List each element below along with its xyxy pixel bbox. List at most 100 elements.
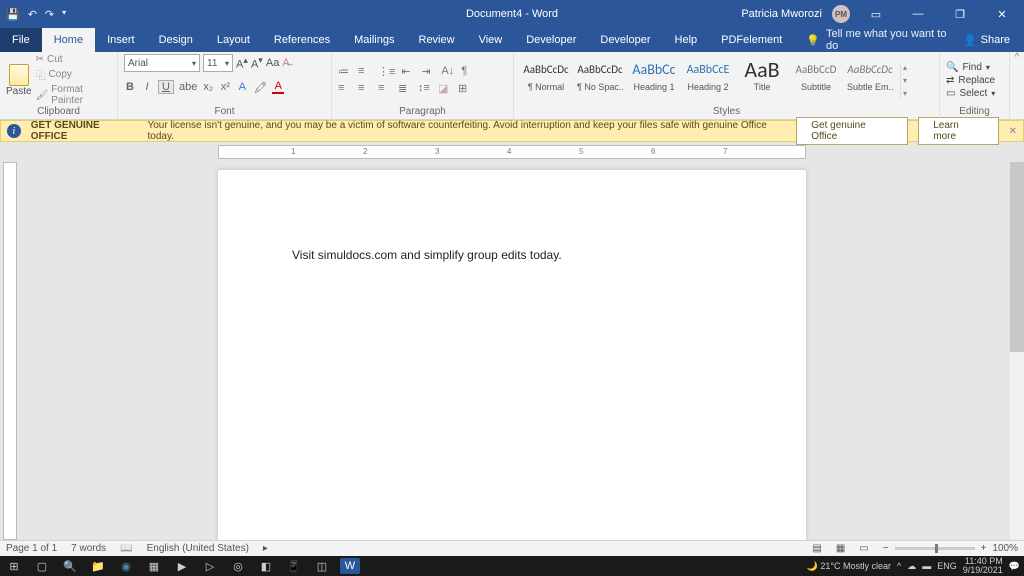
borders-icon[interactable]: ⊞ <box>458 82 472 95</box>
chevron-up-icon[interactable]: ▴ <box>903 63 914 72</box>
print-layout-icon[interactable]: ▦ <box>836 543 845 554</box>
highlight-icon[interactable]: 🖍 <box>253 81 267 94</box>
style-item[interactable]: AaBbCcDSubtitle <box>790 57 842 103</box>
tab-help[interactable]: Help <box>663 28 710 52</box>
subscript-button[interactable]: x₂ <box>202 81 214 93</box>
chrome-icon[interactable]: ◎ <box>228 558 248 574</box>
explorer-icon[interactable]: 📁 <box>88 558 108 574</box>
underline-button[interactable]: U <box>158 80 174 94</box>
tab-file[interactable]: File <box>0 28 42 52</box>
find-button[interactable]: 🔍 Find ▾ <box>946 62 995 73</box>
edge-icon[interactable]: ◉ <box>116 558 136 574</box>
tray-language[interactable]: ENG <box>937 561 957 571</box>
chevron-down-icon[interactable]: ▾ <box>903 76 914 85</box>
style-item[interactable]: AaBbCcDcSubtle Em... <box>844 57 896 103</box>
tab-insert[interactable]: Insert <box>95 28 147 52</box>
word-taskbar-icon[interactable]: W <box>340 558 360 574</box>
macro-icon[interactable]: ▸ <box>263 543 268 554</box>
style-item[interactable]: AaBTitle <box>736 57 788 103</box>
strike-button[interactable]: abe <box>179 81 197 93</box>
app-icon[interactable]: ◧ <box>256 558 276 574</box>
format-painter-button[interactable]: 🖌 Format Painter <box>36 84 111 106</box>
collapse-ribbon-icon[interactable]: ^ <box>1010 52 1024 119</box>
text-effects-icon[interactable]: A <box>236 81 248 93</box>
minimize-icon[interactable]: — <box>902 8 934 20</box>
zoom-level[interactable]: 100% <box>992 543 1018 554</box>
tab-view[interactable]: View <box>467 28 515 52</box>
font-color-icon[interactable]: A <box>272 80 284 94</box>
weather-widget[interactable]: 🌙 21°C Mostly clear <box>807 561 891 572</box>
redo-icon[interactable]: ↷ <box>45 8 54 21</box>
increase-indent-icon[interactable]: ⇥ <box>421 65 435 78</box>
tab-developer[interactable]: Developer <box>514 28 588 52</box>
app-icon[interactable]: ▦ <box>144 558 164 574</box>
tab-references[interactable]: References <box>262 28 342 52</box>
share-button[interactable]: 👤 Share <box>949 28 1024 52</box>
zoom-slider[interactable] <box>895 547 975 550</box>
style-item[interactable]: AaBbCcHeading 1 <box>628 57 680 103</box>
justify-icon[interactable]: ≣ <box>398 82 412 95</box>
app-icon[interactable]: ◫ <box>312 558 332 574</box>
undo-icon[interactable]: ↶ <box>28 8 37 21</box>
app-icon[interactable]: ▶ <box>172 558 192 574</box>
dismiss-banner-icon[interactable]: ✕ <box>1009 126 1017 137</box>
app-icon[interactable]: 📱 <box>284 558 304 574</box>
grow-font-icon[interactable]: A▴ <box>236 55 248 71</box>
styles-more-icon[interactable]: ▾ <box>903 89 914 98</box>
close-icon[interactable]: ✕ <box>986 8 1018 21</box>
clock[interactable]: 11:40 PM9/19/2021 <box>963 557 1003 575</box>
clear-format-icon[interactable]: A̶ <box>282 57 289 69</box>
shading-icon[interactable]: ◪ <box>438 82 452 95</box>
tab-developer-2[interactable]: Developer <box>588 28 662 52</box>
avatar[interactable]: PM <box>832 5 850 23</box>
page[interactable]: Visit simuldocs.com and simplify group e… <box>218 170 806 540</box>
save-icon[interactable]: 💾 <box>6 8 20 21</box>
bold-button[interactable]: B <box>124 81 136 93</box>
sort-icon[interactable]: A↓ <box>441 65 455 78</box>
horizontal-ruler[interactable]: 12 34 56 7 <box>218 145 806 159</box>
shrink-font-icon[interactable]: A▾ <box>251 55 263 71</box>
task-view-icon[interactable]: ▢ <box>32 558 52 574</box>
tell-me[interactable]: Tell me what you want to do <box>826 28 949 52</box>
tab-pdfelement[interactable]: PDFelement <box>709 28 794 52</box>
app-icon[interactable]: ▷ <box>200 558 220 574</box>
document-text[interactable]: Visit simuldocs.com and simplify group e… <box>218 170 806 340</box>
tab-layout[interactable]: Layout <box>205 28 262 52</box>
read-mode-icon[interactable]: ▤ <box>812 543 821 554</box>
multilevel-icon[interactable]: ⋮≡ <box>378 65 395 78</box>
cut-button[interactable]: ✂ Cut <box>36 54 111 65</box>
language-indicator[interactable]: English (United States) <box>147 543 249 554</box>
zoom-in-icon[interactable]: + <box>981 543 987 554</box>
tray-chevron-icon[interactable]: ^ <box>897 561 901 571</box>
user-name[interactable]: Patricia Mworozi <box>741 8 822 20</box>
tray-battery-icon[interactable]: ▬ <box>922 561 931 571</box>
line-spacing-icon[interactable]: ↕≡ <box>418 82 432 95</box>
style-item[interactable]: AaBbCcDc¶ No Spac... <box>574 57 626 103</box>
font-size-select[interactable]: 11▾ <box>203 54 233 72</box>
superscript-button[interactable]: x² <box>219 81 231 93</box>
replace-button[interactable]: ⇄ Replace <box>946 75 995 86</box>
ribbon-options-icon[interactable]: ▭ <box>860 8 892 21</box>
maximize-icon[interactable]: ❐ <box>944 8 976 21</box>
zoom-out-icon[interactable]: − <box>883 543 889 554</box>
style-item[interactable]: AaBbCcDc¶ Normal <box>520 57 572 103</box>
change-case-icon[interactable]: Aa <box>266 57 279 69</box>
bullets-icon[interactable]: ≔ <box>338 65 352 78</box>
font-name-select[interactable]: Arial▾ <box>124 54 200 72</box>
notifications-icon[interactable]: 💬 <box>1009 561 1020 572</box>
get-genuine-button[interactable]: Get genuine Office <box>796 117 908 145</box>
style-item[interactable]: AaBbCcEHeading 2 <box>682 57 734 103</box>
vertical-scrollbar[interactable] <box>1010 162 1024 540</box>
spellcheck-icon[interactable]: 📖 <box>120 543 132 554</box>
show-marks-icon[interactable]: ¶ <box>461 65 475 78</box>
tab-review[interactable]: Review <box>407 28 467 52</box>
learn-more-button[interactable]: Learn more <box>918 117 998 145</box>
align-right-icon[interactable]: ≡ <box>378 82 392 95</box>
paste-button[interactable]: Paste <box>6 60 32 100</box>
tab-design[interactable]: Design <box>147 28 205 52</box>
vertical-ruler[interactable] <box>3 162 17 540</box>
tab-mailings[interactable]: Mailings <box>342 28 406 52</box>
tab-home[interactable]: Home <box>42 28 95 52</box>
decrease-indent-icon[interactable]: ⇤ <box>401 65 415 78</box>
styles-gallery[interactable]: AaBbCcDc¶ NormalAaBbCcDc¶ No Spac...AaBb… <box>520 57 896 103</box>
